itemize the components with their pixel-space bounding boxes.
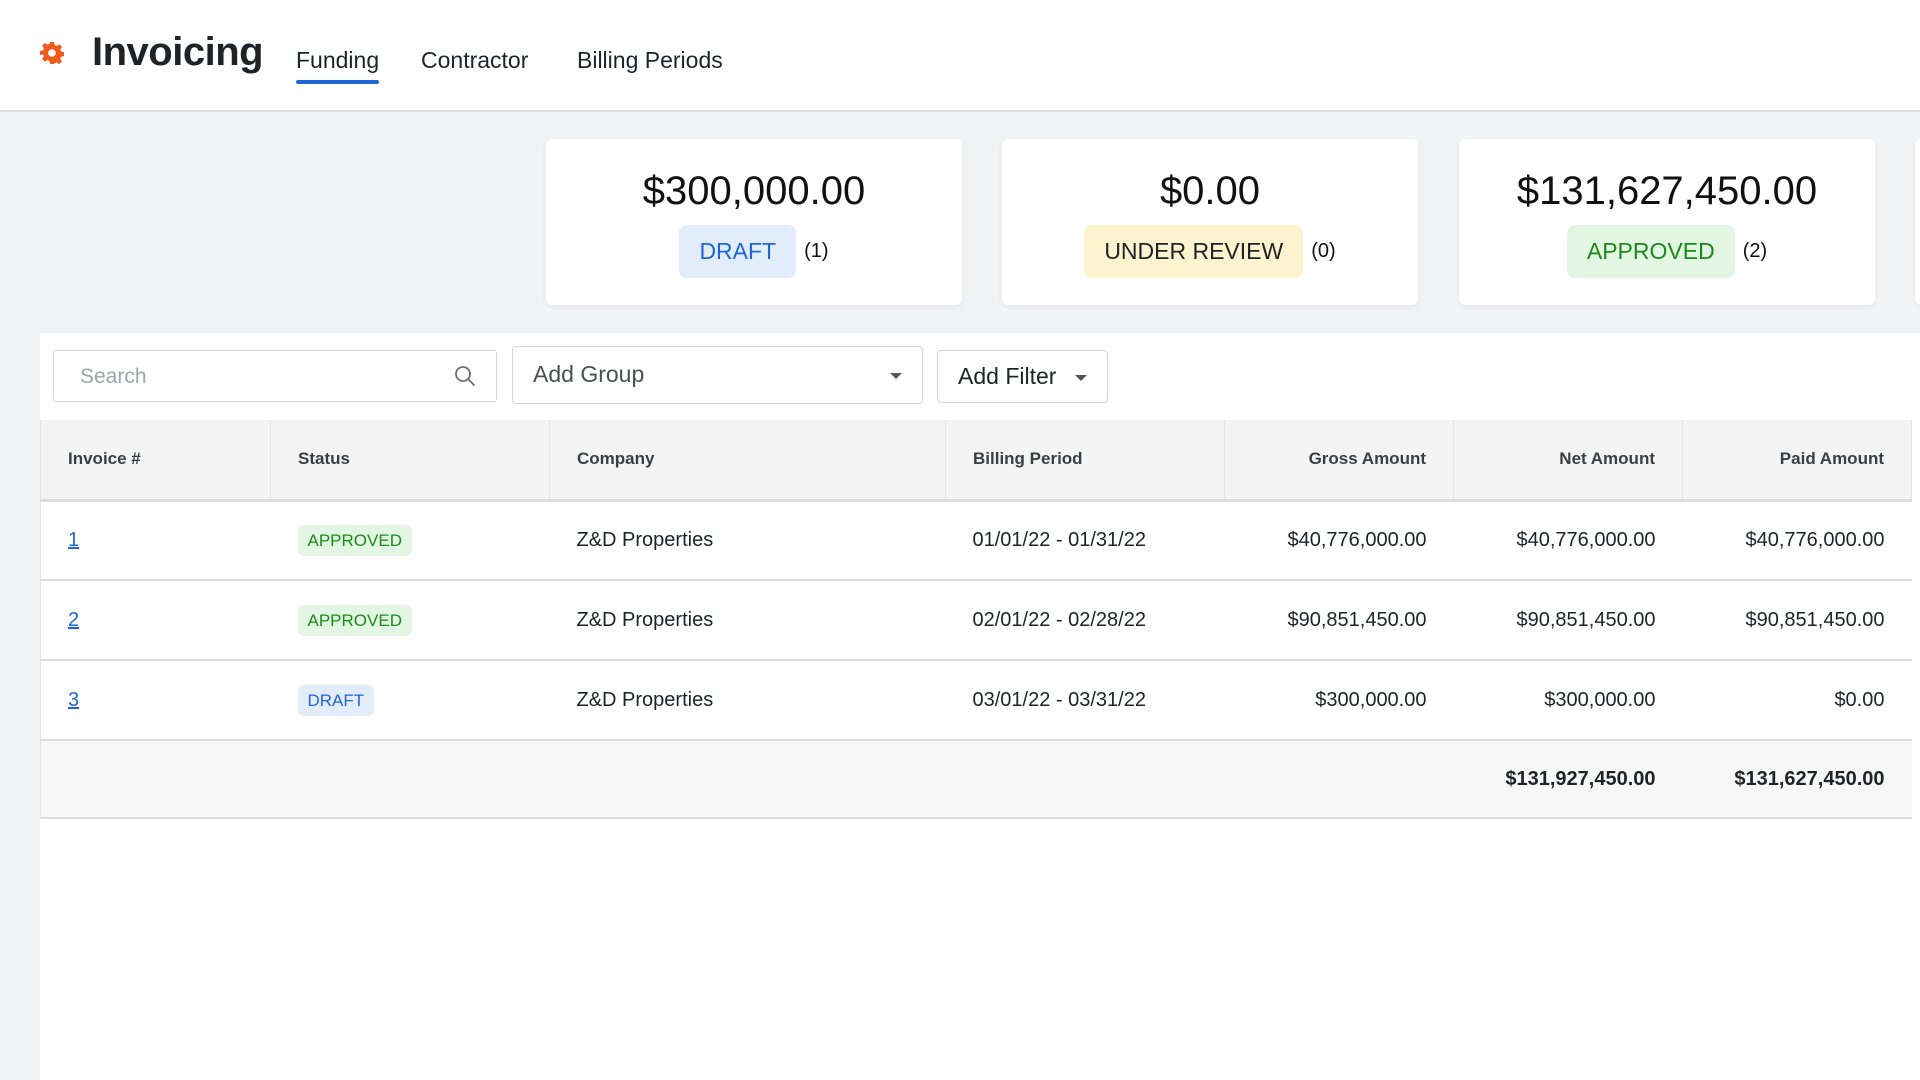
company-cell: Z&D Properties	[549, 500, 946, 581]
search-input[interactable]	[80, 363, 440, 391]
gross-amount-cell: $300,000.00	[1224, 660, 1454, 741]
search-field[interactable]	[53, 350, 497, 402]
column-header-paid-amount[interactable]: Paid Amount	[1682, 420, 1912, 502]
tab-funding[interactable]: Funding	[296, 47, 380, 85]
billing-period-cell: 02/01/22 - 02/28/22	[945, 580, 1225, 661]
table-row[interactable]: 2 APPROVED Z&D Properties 02/01/22 - 02/…	[40, 580, 1912, 661]
summary-card-draft[interactable]: $300,000.00 DRAFT (1)	[546, 139, 962, 305]
invoice-panel: Add Group Add Filter Invoice # Status Co…	[40, 333, 1920, 1080]
column-header-net-amount[interactable]: Net Amount	[1453, 420, 1683, 502]
tab-contractor[interactable]: Contractor	[421, 47, 528, 85]
column-header-status[interactable]: Status	[270, 420, 550, 502]
summary-amount: $0.00	[1159, 169, 1261, 213]
status-badge: UNDER REVIEW	[1084, 225, 1304, 278]
net-amount-total: $131,927,450.00	[1453, 740, 1683, 819]
status-count: (0)	[1311, 240, 1336, 262]
invoice-link[interactable]: 2	[68, 609, 79, 631]
add-filter-label: Add Filter	[958, 363, 1057, 389]
net-amount-cell: $90,851,450.00	[1453, 580, 1683, 661]
gear-icon	[40, 42, 64, 65]
tab-billing-periods[interactable]: Billing Periods	[577, 47, 723, 85]
column-header-billing-period[interactable]: Billing Period	[945, 420, 1225, 502]
billing-period-cell: 03/01/22 - 03/31/22	[945, 660, 1225, 741]
gross-amount-cell: $90,851,450.00	[1224, 580, 1454, 661]
invoice-table: Invoice # Status Company Billing Period …	[40, 420, 1912, 819]
status-count: (1)	[804, 240, 829, 262]
table-header-row: Invoice # Status Company Billing Period …	[40, 420, 1912, 502]
gross-amount-cell: $40,776,000.00	[1224, 500, 1454, 581]
paid-amount-total: $131,627,450.00	[1682, 740, 1912, 819]
app-title: Invoicing	[92, 30, 264, 74]
status-badge: APPROVED	[297, 604, 412, 636]
add-filter-button[interactable]: Add Filter	[937, 350, 1108, 403]
invoice-link[interactable]: 1	[68, 529, 79, 551]
status-badge: APPROVED	[1566, 225, 1735, 278]
add-group-label: Add Group	[533, 361, 645, 387]
add-group-dropdown[interactable]: Add Group	[512, 346, 923, 404]
column-header-invoice[interactable]: Invoice #	[40, 420, 271, 502]
paid-amount-cell: $40,776,000.00	[1682, 500, 1912, 581]
status-badge: APPROVED	[297, 524, 412, 556]
company-cell: Z&D Properties	[549, 660, 946, 741]
table-row[interactable]: 1 APPROVED Z&D Properties 01/01/22 - 01/…	[40, 500, 1912, 581]
totals-row: $131,927,450.00 $131,627,450.00	[40, 740, 1912, 819]
column-header-company[interactable]: Company	[549, 420, 946, 502]
status-count: (2)	[1742, 240, 1768, 262]
column-header-gross-amount[interactable]: Gross Amount	[1224, 420, 1454, 502]
caret-down-icon	[890, 373, 902, 379]
billing-period-cell: 01/01/22 - 01/31/22	[945, 500, 1225, 581]
net-amount-cell: $300,000.00	[1453, 660, 1683, 741]
paid-amount-cell: $0.00	[1682, 660, 1912, 741]
status-badge: DRAFT	[679, 225, 797, 278]
top-bar: Invoicing Funding Contractor Billing Per…	[0, 0, 1920, 112]
summary-card-under-review[interactable]: $0.00 UNDER REVIEW (0)	[1002, 139, 1418, 305]
summary-card-approved[interactable]: $131,627,450.00 APPROVED (2)	[1459, 139, 1875, 305]
table-row[interactable]: 3 DRAFT Z&D Properties 03/01/22 - 03/31/…	[40, 660, 1912, 741]
caret-down-icon	[1075, 375, 1087, 381]
search-icon[interactable]	[454, 365, 476, 387]
paid-amount-cell: $90,851,450.00	[1682, 580, 1912, 661]
summary-card-partial[interactable]	[1915, 139, 1920, 305]
invoice-link[interactable]: 3	[68, 689, 79, 711]
summary-amount: $131,627,450.00	[1516, 169, 1818, 213]
summary-amount: $300,000.00	[642, 169, 866, 213]
status-badge: DRAFT	[297, 684, 375, 716]
company-cell: Z&D Properties	[549, 580, 946, 661]
net-amount-cell: $40,776,000.00	[1453, 500, 1683, 581]
